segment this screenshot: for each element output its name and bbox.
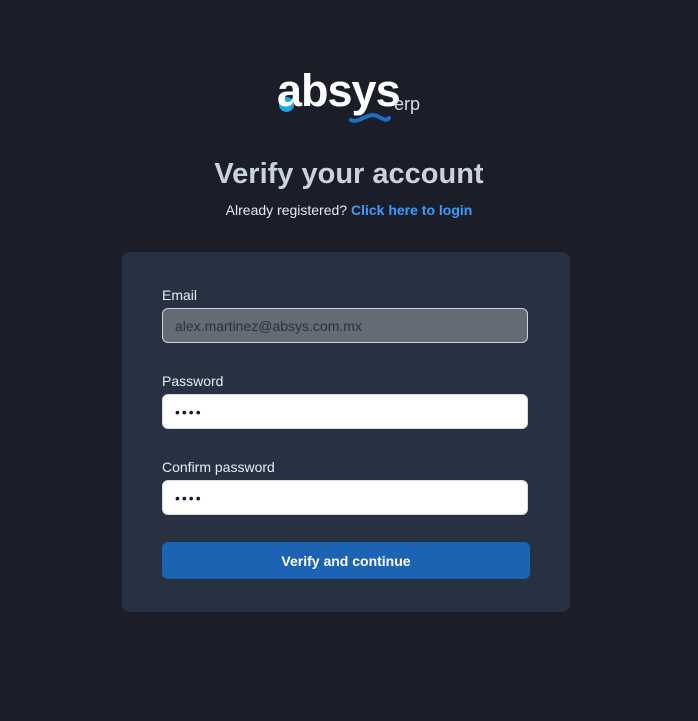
login-link[interactable]: Click here to login — [351, 202, 472, 218]
verify-form-card: Email Password Confirm password Verify a… — [122, 252, 570, 612]
password-field[interactable] — [162, 394, 528, 429]
login-prompt: Already registered? Click here to login — [0, 201, 698, 219]
logo-swoosh-icon — [349, 113, 391, 123]
already-registered-text: Already registered? — [225, 202, 348, 218]
confirm-password-label: Confirm password — [162, 459, 275, 475]
email-field[interactable] — [162, 308, 528, 343]
confirm-password-field[interactable] — [162, 480, 528, 515]
password-label: Password — [162, 373, 224, 389]
verify-continue-button[interactable]: Verify and continue — [162, 542, 530, 579]
page-title: Verify your account — [214, 158, 484, 190]
email-label: Email — [162, 287, 198, 303]
absys-logo: absys erp — [277, 68, 422, 130]
logo-text: absys — [277, 65, 401, 116]
logo-suffix: erp — [394, 94, 421, 114]
verify-account-page: absys erp Verify your account Already re… — [0, 0, 698, 721]
